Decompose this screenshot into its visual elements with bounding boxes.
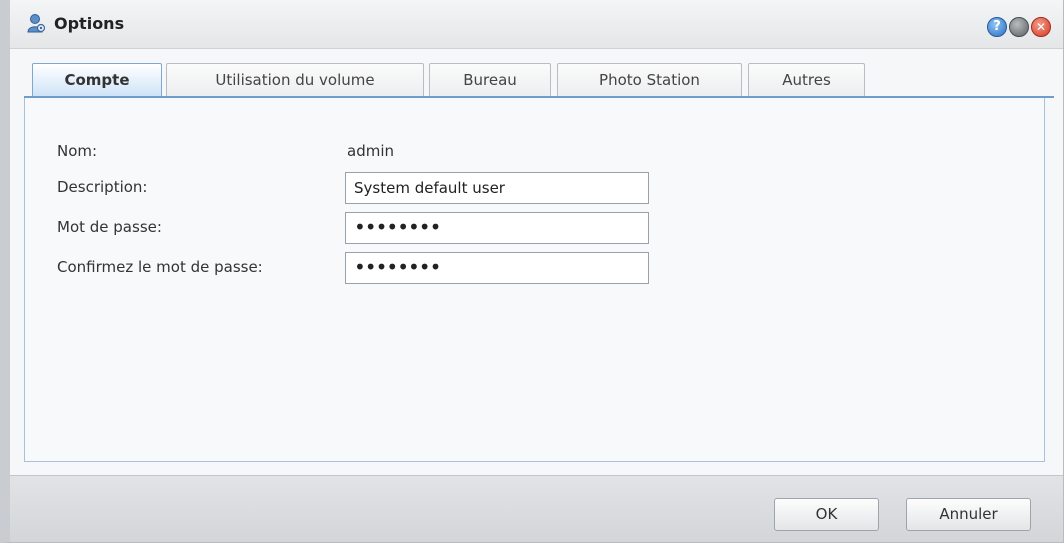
name-value: admin	[347, 142, 394, 160]
tab-compte[interactable]: Compte	[32, 63, 162, 96]
description-label: Description:	[57, 178, 148, 196]
tab-bureau[interactable]: Bureau	[429, 63, 551, 96]
tab-bar: Compte Utilisation du volume Bureau Phot…	[10, 48, 1063, 98]
options-dialog: Options ? ✕ Compte Utilisation du volume…	[0, 0, 1064, 543]
dialog-footer: OK Annuler	[10, 475, 1063, 542]
tab-photo-station[interactable]: Photo Station	[557, 63, 742, 96]
password-field[interactable]: ••••••••	[345, 212, 649, 244]
confirm-password-label: Confirmez le mot de passe:	[57, 258, 263, 276]
tab-autres[interactable]: Autres	[748, 63, 865, 96]
confirm-password-field[interactable]: ••••••••	[345, 252, 649, 284]
cancel-button[interactable]: Annuler	[906, 498, 1031, 531]
close-button[interactable]: ✕	[1031, 17, 1051, 37]
description-field[interactable]: System default user	[345, 172, 649, 204]
password-label: Mot de passe:	[57, 218, 162, 236]
help-button[interactable]: ?	[987, 17, 1007, 37]
tab-utilisation-du-volume[interactable]: Utilisation du volume	[166, 63, 424, 96]
minimize-button[interactable]	[1009, 17, 1029, 37]
user-settings-icon	[27, 14, 46, 33]
name-label: Nom:	[57, 142, 98, 160]
window-title: Options	[54, 14, 125, 33]
title-bar[interactable]: Options ? ✕	[10, 0, 1063, 49]
ok-button[interactable]: OK	[774, 498, 879, 531]
account-panel: Nom: admin Description: System default u…	[24, 98, 1045, 462]
